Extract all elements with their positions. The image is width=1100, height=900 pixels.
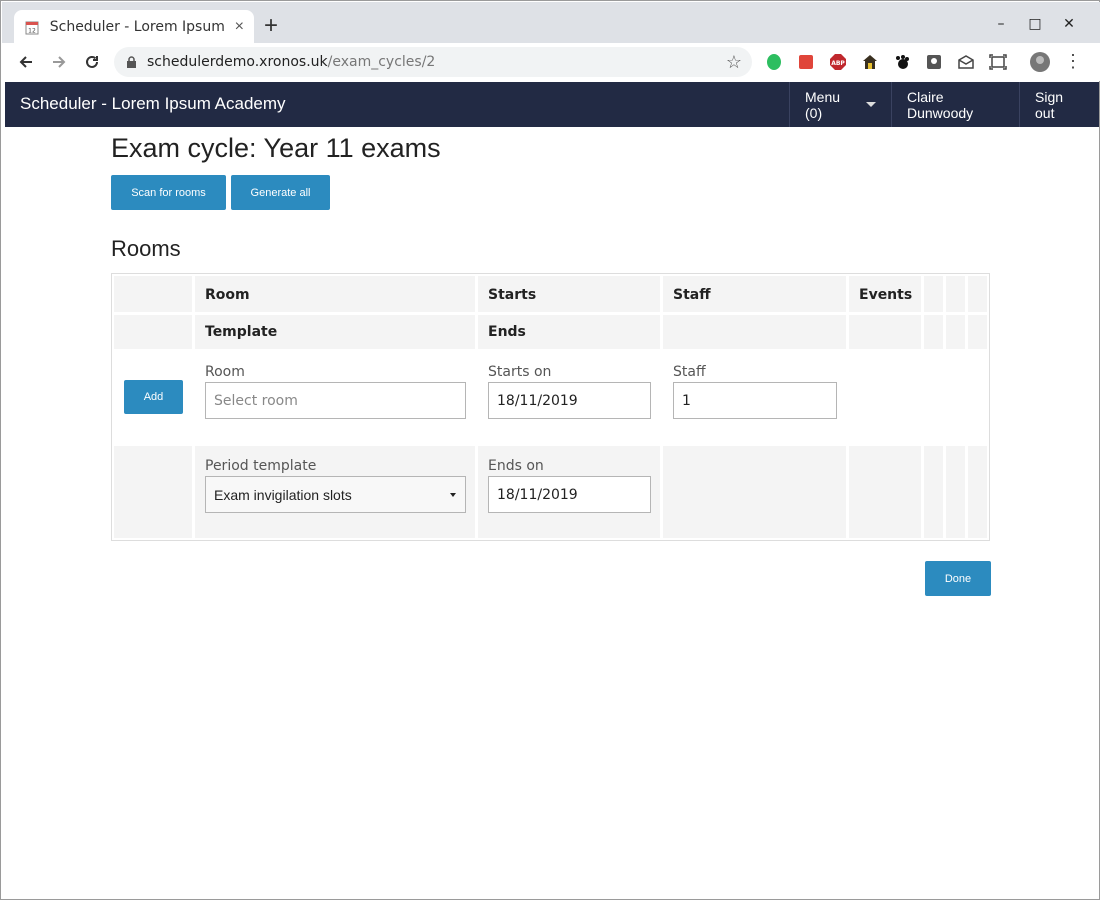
mail-icon[interactable] [954, 51, 977, 73]
header-ends: Ends [478, 315, 660, 349]
caret-down-icon [866, 102, 876, 107]
brand-title[interactable]: Scheduler - Lorem Ipsum Academy [20, 94, 286, 114]
reload-icon[interactable] [76, 46, 108, 78]
browser-window: 12 Scheduler - Lorem Ipsum A × + – □ ✕ s [0, 0, 1100, 900]
close-tab-icon[interactable]: × [235, 18, 244, 36]
adblock-icon[interactable]: ABP [826, 51, 849, 73]
url-path: /exam_cycles/2 [327, 54, 436, 70]
lightbulb-icon[interactable] [922, 51, 945, 73]
rooms-heading: Rooms [111, 236, 181, 261]
address-bar[interactable]: schedulerdemo.xronos.uk/exam_cycles/2 ☆ [114, 47, 752, 77]
table-header-cell [114, 276, 192, 312]
page-title: Exam cycle: Year 11 exams [111, 133, 441, 163]
room-label: Room [205, 364, 245, 380]
table-cell [114, 446, 192, 538]
house-icon[interactable] [858, 51, 881, 73]
staff-input[interactable]: 1 [673, 382, 837, 419]
header-staff: Staff [663, 276, 846, 312]
ends-on-label: Ends on [488, 458, 544, 474]
svg-text:ABP: ABP [831, 60, 845, 67]
star-icon[interactable]: ☆ [726, 52, 742, 73]
browser-toolbar: schedulerdemo.xronos.uk/exam_cycles/2 ☆ … [2, 43, 1100, 81]
table-header-cell [968, 315, 987, 349]
table-cell [946, 446, 965, 538]
forward-icon[interactable] [43, 46, 75, 78]
evernote-icon[interactable] [762, 51, 785, 73]
maximize-icon[interactable]: □ [1018, 12, 1052, 36]
starts-on-label: Starts on [488, 364, 552, 380]
browser-tab[interactable]: 12 Scheduler - Lorem Ipsum A × [14, 10, 254, 44]
period-template-label: Period template [205, 458, 317, 474]
user-name-link[interactable]: Claire Dunwoody [891, 82, 1019, 127]
tab-strip: 12 Scheduler - Lorem Ipsum A × + – □ ✕ [2, 2, 1100, 44]
generate-all-button[interactable]: Generate all [231, 175, 330, 210]
header-starts: Starts [478, 276, 660, 312]
svg-text:12: 12 [28, 27, 36, 34]
avatar[interactable] [1028, 51, 1051, 73]
room-input[interactable]: Select room [205, 382, 466, 419]
browser-menu-icon[interactable]: ⋮ [1064, 51, 1082, 71]
new-tab-button[interactable]: + [264, 14, 278, 38]
table-header-cell [114, 315, 192, 349]
menu-label: Menu (0) [805, 88, 841, 121]
table-header-cell [924, 276, 943, 312]
app-navbar: Scheduler - Lorem Ipsum Academy Menu (0)… [5, 82, 1099, 127]
table-header-cell [946, 276, 965, 312]
add-button[interactable]: Add [124, 380, 183, 414]
table-cell [924, 446, 943, 538]
period-template-select[interactable]: Exam invigilation slots [205, 476, 466, 513]
scan-for-rooms-button[interactable]: Scan for rooms [111, 175, 226, 210]
user-name: Claire Dunwoody [907, 88, 974, 121]
close-window-icon[interactable]: ✕ [1052, 12, 1086, 36]
minimize-icon[interactable]: – [984, 12, 1018, 36]
menu-dropdown[interactable]: Menu (0) [789, 82, 891, 127]
rooms-table: Room Starts Staff Events Template Ends A… [111, 273, 990, 541]
header-template: Template [195, 315, 475, 349]
screenshot-icon[interactable] [986, 51, 1009, 73]
header-events: Events [849, 276, 921, 312]
table-cell [849, 446, 921, 538]
tab-title: Scheduler - Lorem Ipsum A [49, 19, 227, 35]
sign-out-label: Sign out [1035, 88, 1064, 121]
extension-red-icon[interactable] [794, 51, 817, 73]
gnome-icon[interactable] [890, 51, 913, 73]
calendar-icon: 12 [24, 19, 40, 35]
table-header-cell [946, 315, 965, 349]
starts-on-input[interactable]: 18/11/2019 [488, 382, 651, 419]
header-room: Room [195, 276, 475, 312]
table-cell [968, 446, 987, 538]
done-button[interactable]: Done [925, 561, 991, 596]
sign-out-link[interactable]: Sign out [1019, 82, 1099, 127]
table-header-cell [924, 315, 943, 349]
ends-on-input[interactable]: 18/11/2019 [488, 476, 651, 513]
table-cell [663, 446, 846, 538]
period-template-value: Exam invigilation slots [214, 486, 352, 503]
lock-icon [126, 55, 137, 69]
table-header-cell [849, 315, 921, 349]
table-header-cell [968, 276, 987, 312]
table-header-cell [663, 315, 846, 349]
staff-label: Staff [673, 364, 706, 380]
caret-down-icon [450, 493, 456, 497]
back-icon[interactable] [10, 46, 42, 78]
url-host: schedulerdemo.xronos.uk [147, 54, 328, 70]
